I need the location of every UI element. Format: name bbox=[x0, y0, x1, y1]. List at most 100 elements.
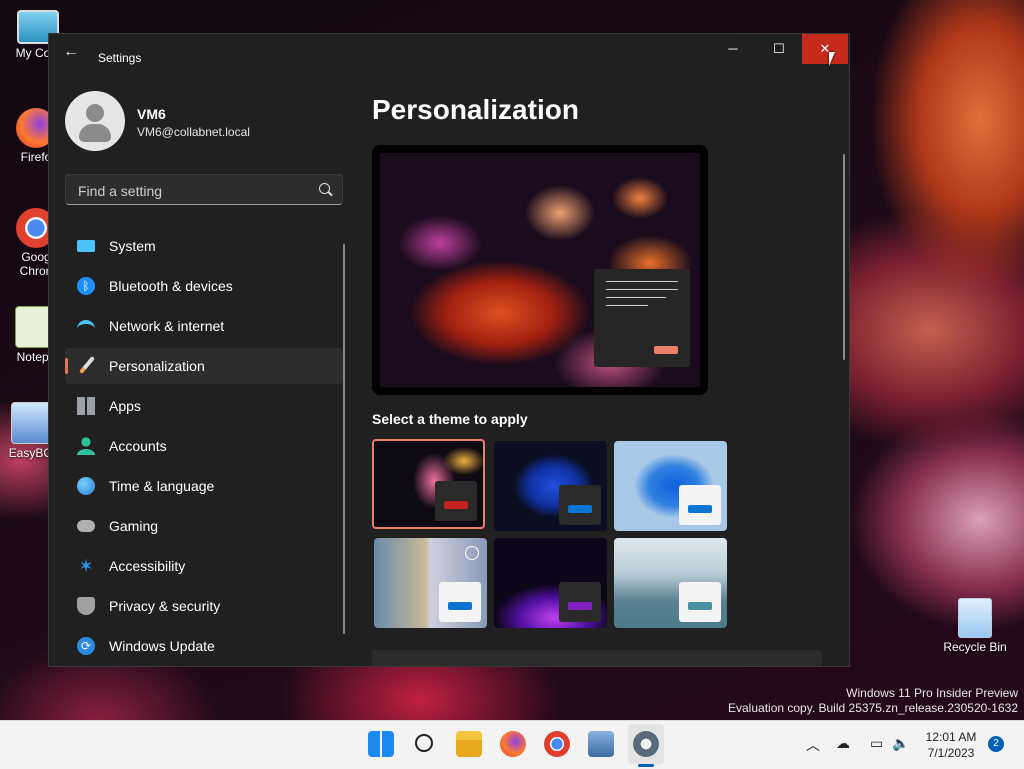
theme-swatch-box bbox=[559, 582, 601, 622]
sidebar-item-personalization[interactable]: Personalization bbox=[65, 348, 343, 384]
recycle-bin-icon bbox=[958, 598, 992, 638]
theme-tile-flow[interactable] bbox=[614, 538, 727, 628]
wallpaper-preview-image bbox=[380, 153, 700, 387]
minimize-button[interactable]: ─ bbox=[710, 34, 756, 64]
theme-accent-swatch bbox=[444, 501, 468, 509]
sidebar-item-windows-update[interactable]: ⟳ Windows Update bbox=[65, 628, 343, 664]
sidebar-item-label: Accounts bbox=[109, 438, 167, 454]
sidebar-item-apps[interactable]: Apps bbox=[65, 388, 343, 424]
search-input[interactable] bbox=[76, 181, 310, 201]
back-arrow-icon: ← bbox=[63, 43, 79, 60]
sidebar-item-label: Time & language bbox=[109, 478, 215, 494]
taskbar: ︿ ☁ ▭ 🔈 12:01 AM 7/1/2023 2 bbox=[0, 720, 1024, 769]
chrome-icon[interactable] bbox=[544, 731, 570, 757]
spotlight-icon bbox=[465, 546, 479, 560]
preview-line bbox=[606, 289, 678, 290]
settings-window: ← Settings ─ ☐ ✕ VM6 VM6@collabnet.local… bbox=[48, 33, 850, 667]
maximize-button[interactable]: ☐ bbox=[756, 34, 802, 64]
avatar[interactable] bbox=[65, 91, 125, 151]
sidebar-item-label: Apps bbox=[109, 398, 141, 414]
user-email: VM6@collabnet.local bbox=[137, 125, 250, 139]
shield-icon bbox=[77, 597, 95, 615]
theme-accent-swatch bbox=[448, 602, 472, 610]
watermark-line-2: Evaluation copy. Build 25375.zn_release.… bbox=[728, 701, 1018, 715]
back-button[interactable]: ← bbox=[63, 44, 81, 60]
theme-swatch-box bbox=[559, 485, 601, 525]
theme-tile-spotlight[interactable] bbox=[374, 538, 487, 628]
watermark-line-1: Windows 11 Pro Insider Preview bbox=[846, 686, 1018, 700]
clock-date: 7/1/2023 bbox=[927, 746, 975, 760]
sidebar-item-time-language[interactable]: Time & language bbox=[65, 468, 343, 504]
theme-tile-glow[interactable] bbox=[494, 538, 607, 628]
theme-accent-swatch bbox=[688, 602, 712, 610]
start-icon[interactable] bbox=[368, 731, 394, 757]
firefox-icon[interactable] bbox=[500, 731, 526, 757]
system-icon bbox=[77, 240, 95, 252]
sidebar-item-accessibility[interactable]: ✶ Accessibility bbox=[65, 548, 343, 584]
easybcd-icon bbox=[11, 402, 53, 444]
sidebar-item-label: Gaming bbox=[109, 518, 159, 534]
theme-accent-swatch bbox=[568, 505, 592, 513]
settings-card[interactable] bbox=[372, 650, 822, 666]
sidebar-item-label: Accessibility bbox=[109, 558, 186, 574]
cloud-off-icon[interactable]: ☁ bbox=[836, 735, 850, 752]
wifi-icon bbox=[77, 320, 95, 330]
clock[interactable]: 12:01 AM 7/1/2023 bbox=[920, 729, 982, 761]
sidebar-nav: System ᛒ Bluetooth & devices Network & i… bbox=[65, 228, 343, 666]
themes-heading: Select a theme to apply bbox=[372, 411, 528, 427]
search-icon[interactable] bbox=[412, 731, 438, 757]
build-watermark: Windows 11 Pro Insider Preview Evaluatio… bbox=[728, 686, 1018, 716]
theme-swatch-box bbox=[439, 582, 481, 622]
main-scrollbar[interactable] bbox=[843, 154, 845, 360]
desktop-icon-recycle-bin[interactable]: Recycle Bin bbox=[940, 598, 1010, 654]
page-title: Personalization bbox=[372, 94, 579, 125]
settings-icon[interactable] bbox=[633, 731, 659, 757]
sidebar-scrollbar[interactable] bbox=[343, 244, 345, 634]
accessibility-icon: ✶ bbox=[78, 556, 94, 576]
sidebar-item-label: Network & internet bbox=[109, 318, 225, 334]
notification-badge[interactable]: 2 bbox=[988, 736, 1004, 752]
sidebar-item-privacy[interactable]: Privacy & security bbox=[65, 588, 343, 624]
close-button[interactable]: ✕ bbox=[802, 34, 848, 64]
file-explorer-icon[interactable] bbox=[456, 731, 482, 757]
mouse-cursor-icon bbox=[829, 52, 835, 66]
theme-swatch-box bbox=[679, 485, 721, 525]
search-glass-icon bbox=[415, 734, 433, 752]
network-app-icon[interactable] bbox=[588, 731, 614, 757]
accounts-icon bbox=[77, 437, 95, 455]
theme-swatch-box bbox=[679, 582, 721, 622]
volume-icon[interactable]: 🔈 bbox=[892, 735, 909, 752]
desktop-icon-label: Firefo bbox=[20, 150, 52, 164]
maximize-icon: ☐ bbox=[773, 41, 785, 56]
search-icon[interactable] bbox=[319, 183, 330, 194]
minimize-icon: ─ bbox=[728, 41, 738, 56]
title-bar[interactable]: ← Settings ─ ☐ ✕ bbox=[49, 34, 849, 70]
desktop-icon-label: Recycle Bin bbox=[943, 640, 1007, 654]
preview-line bbox=[606, 281, 678, 282]
theme-tile-bloom-dark[interactable] bbox=[372, 439, 485, 529]
sidebar-item-label: Bluetooth & devices bbox=[109, 278, 233, 294]
clock-time: 12:01 AM bbox=[925, 730, 977, 744]
update-icon: ⟳ bbox=[77, 637, 95, 655]
sidebar-item-label: Privacy & security bbox=[109, 598, 221, 614]
sidebar-item-gaming[interactable]: Gaming bbox=[65, 508, 343, 544]
sidebar-item-system[interactable]: System bbox=[65, 228, 343, 264]
avatar-body bbox=[79, 124, 111, 142]
sidebar-item-label: Windows Update bbox=[109, 638, 215, 654]
network-icon[interactable]: ▭ bbox=[870, 735, 883, 752]
search-box[interactable] bbox=[65, 174, 343, 205]
theme-tile-windows-dark[interactable] bbox=[494, 441, 607, 531]
sidebar-item-bluetooth[interactable]: ᛒ Bluetooth & devices bbox=[65, 268, 343, 304]
sidebar-item-accounts[interactable]: Accounts bbox=[65, 428, 343, 464]
theme-accent-swatch bbox=[688, 505, 712, 513]
preview-line bbox=[606, 297, 666, 298]
globe-clock-icon bbox=[77, 477, 95, 495]
apps-icon bbox=[77, 397, 95, 415]
chevron-up-icon[interactable]: ︿ bbox=[806, 735, 820, 755]
preview-accent-button bbox=[654, 346, 678, 354]
avatar-head bbox=[86, 104, 104, 122]
theme-tile-windows-light[interactable] bbox=[614, 441, 727, 531]
sidebar-item-label: System bbox=[109, 238, 156, 254]
sidebar-item-network[interactable]: Network & internet bbox=[65, 308, 343, 344]
user-name: VM6 bbox=[137, 106, 166, 122]
